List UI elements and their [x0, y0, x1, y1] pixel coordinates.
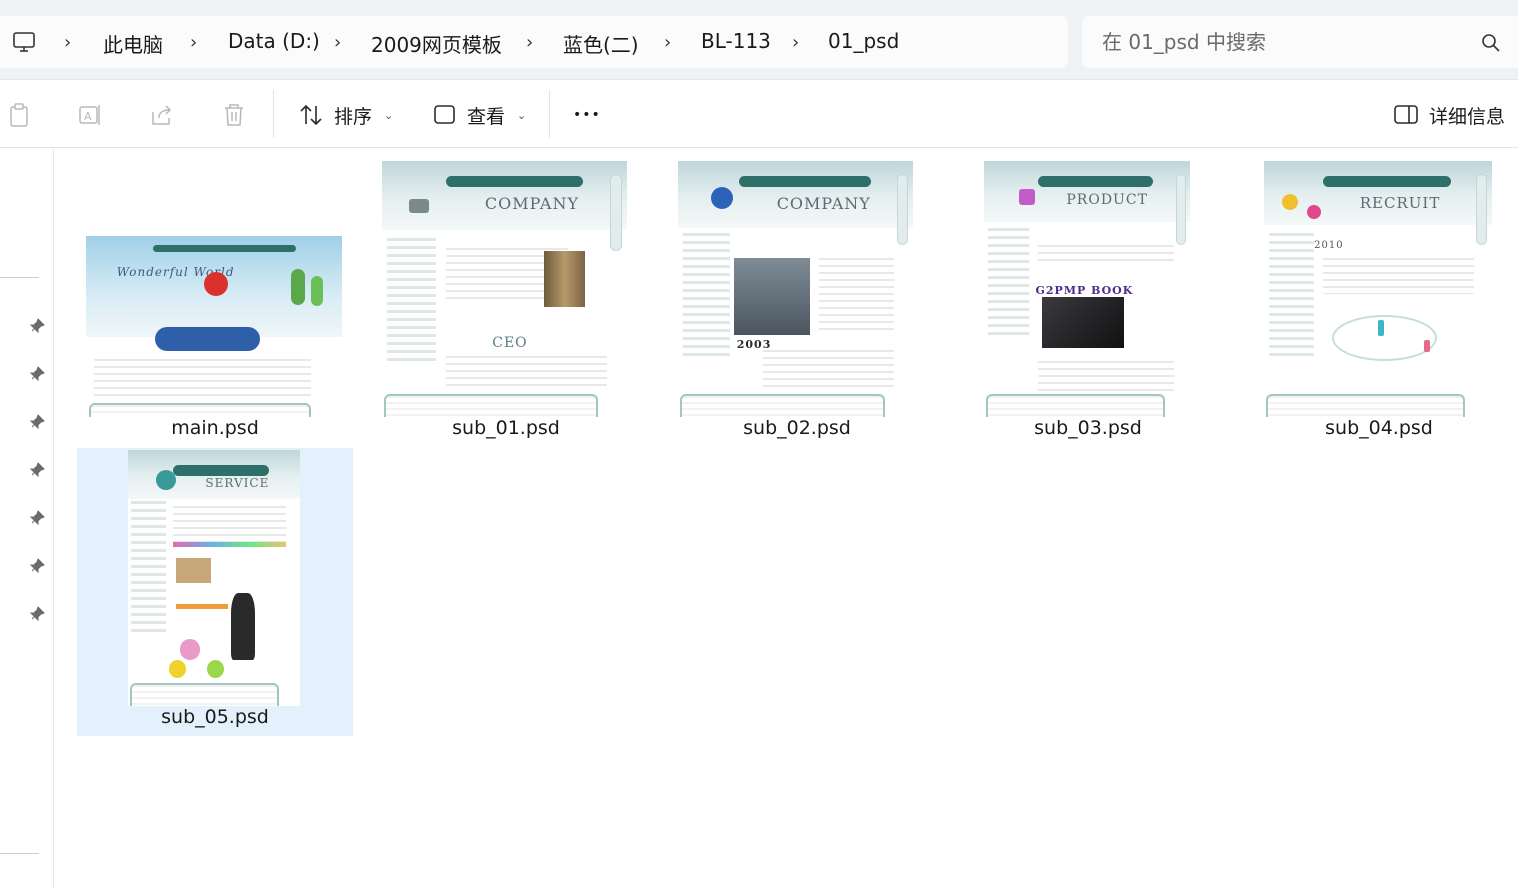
file-name: sub_01.psd: [452, 417, 560, 439]
more-options-button[interactable]: •••: [573, 100, 601, 130]
sort-icon: [300, 104, 322, 126]
rename-icon[interactable]: A: [77, 102, 103, 128]
details-label: 详细信息: [1429, 105, 1506, 128]
chevron-right-icon[interactable]: ›: [334, 32, 341, 53]
nav-divider: [0, 853, 39, 854]
breadcrumb-item-drive[interactable]: Data (D:): [228, 29, 320, 53]
file-name: sub_02.psd: [743, 417, 851, 439]
chevron-right-icon[interactable]: ›: [526, 32, 533, 53]
file-thumbnail: RECRUIT 2010: [1264, 161, 1492, 417]
toolbar-divider: [549, 90, 550, 138]
file-thumbnail: SERVICE: [128, 450, 300, 706]
chevron-right-icon[interactable]: ›: [190, 32, 197, 53]
file-grid: Wonderful World main.psd COMPANY CEO sub…: [55, 149, 1518, 888]
file-thumbnail: Wonderful World: [86, 236, 342, 417]
thumb-subtitle: CEO: [492, 335, 528, 352]
breadcrumb-item-bl113[interactable]: BL-113: [701, 29, 771, 53]
search-icon[interactable]: [1480, 32, 1502, 54]
file-tile-sub02[interactable]: COMPANY 2003 sub_02.psd: [659, 159, 935, 447]
nav-divider: [0, 277, 39, 278]
search-box[interactable]: [1082, 16, 1518, 68]
view-icon: [434, 105, 455, 124]
file-name: sub_04.psd: [1325, 417, 1433, 439]
sort-button[interactable]: 排序 ⌄: [298, 100, 393, 130]
chevron-down-icon: ⌄: [517, 108, 527, 122]
pin-icon[interactable]: [28, 509, 46, 527]
svg-text:A: A: [84, 110, 92, 123]
file-name: sub_05.psd: [161, 706, 269, 728]
thumb-subtitle: G2PMP BOOK: [1035, 283, 1134, 297]
file-thumbnail: COMPANY 2003: [678, 161, 913, 417]
pin-icon[interactable]: [28, 365, 46, 383]
thumb-title: COMPANY: [776, 194, 871, 214]
thumb-subtitle: 2003: [736, 337, 772, 351]
breadcrumb-item-templates[interactable]: 2009网页模板: [371, 29, 502, 58]
view-label: 查看: [467, 105, 506, 128]
file-tile-sub04[interactable]: RECRUIT 2010 sub_04.psd: [1241, 159, 1517, 447]
file-name: sub_03.psd: [1034, 417, 1142, 439]
details-pane-icon: [1394, 105, 1418, 124]
file-thumbnail: COMPANY CEO: [382, 161, 627, 417]
sort-label: 排序: [334, 105, 373, 128]
file-thumbnail: PRODUCT G2PMP BOOK: [984, 161, 1190, 417]
thumb-title: SERVICE: [205, 475, 270, 490]
thumb-title: RECRUIT: [1359, 194, 1441, 213]
file-tile-main[interactable]: Wonderful World main.psd: [77, 159, 353, 447]
chevron-right-icon[interactable]: ›: [664, 32, 671, 53]
thumb-title: COMPANY: [484, 194, 580, 214]
breadcrumb[interactable]: › 此电脑 › Data (D:) › 2009网页模板 › 蓝色(二) › B…: [0, 16, 1068, 68]
pin-icon[interactable]: [28, 557, 46, 575]
toolbar-divider: [273, 90, 274, 138]
view-button[interactable]: 查看 ⌄: [433, 100, 526, 130]
pin-icon[interactable]: [28, 605, 46, 623]
address-bar: › 此电脑 › Data (D:) › 2009网页模板 › 蓝色(二) › B…: [0, 0, 1518, 80]
file-name: main.psd: [171, 417, 259, 439]
file-tile-sub05[interactable]: SERVICE sub_05.psd: [77, 448, 353, 736]
command-bar: A 排序 ⌄ 查看 ⌄ ••• 详细信息: [0, 80, 1518, 148]
chevron-down-icon: ⌄: [384, 108, 394, 122]
pin-icon[interactable]: [28, 317, 46, 335]
chevron-right-icon[interactable]: ›: [64, 32, 71, 53]
details-pane-button[interactable]: 详细信息: [1393, 100, 1505, 130]
chevron-right-icon[interactable]: ›: [792, 32, 799, 53]
navigation-pane: [0, 149, 54, 888]
file-tile-sub01[interactable]: COMPANY CEO sub_01.psd: [368, 159, 644, 447]
share-icon[interactable]: [149, 102, 175, 128]
thumb-title: PRODUCT: [1066, 191, 1148, 208]
breadcrumb-item-this-pc[interactable]: 此电脑: [103, 29, 163, 58]
breadcrumb-item-current[interactable]: 01_psd: [828, 29, 899, 53]
file-tile-sub03[interactable]: PRODUCT G2PMP BOOK sub_03.psd: [950, 159, 1226, 447]
search-input[interactable]: [1102, 28, 1482, 56]
breadcrumb-item-blue2[interactable]: 蓝色(二): [563, 29, 639, 58]
pin-icon[interactable]: [28, 461, 46, 479]
delete-icon[interactable]: [221, 102, 247, 128]
paste-icon[interactable]: [6, 102, 32, 128]
pin-icon[interactable]: [28, 413, 46, 431]
this-pc-icon[interactable]: [12, 30, 36, 54]
thumb-subtitle: 2010: [1314, 240, 1344, 252]
